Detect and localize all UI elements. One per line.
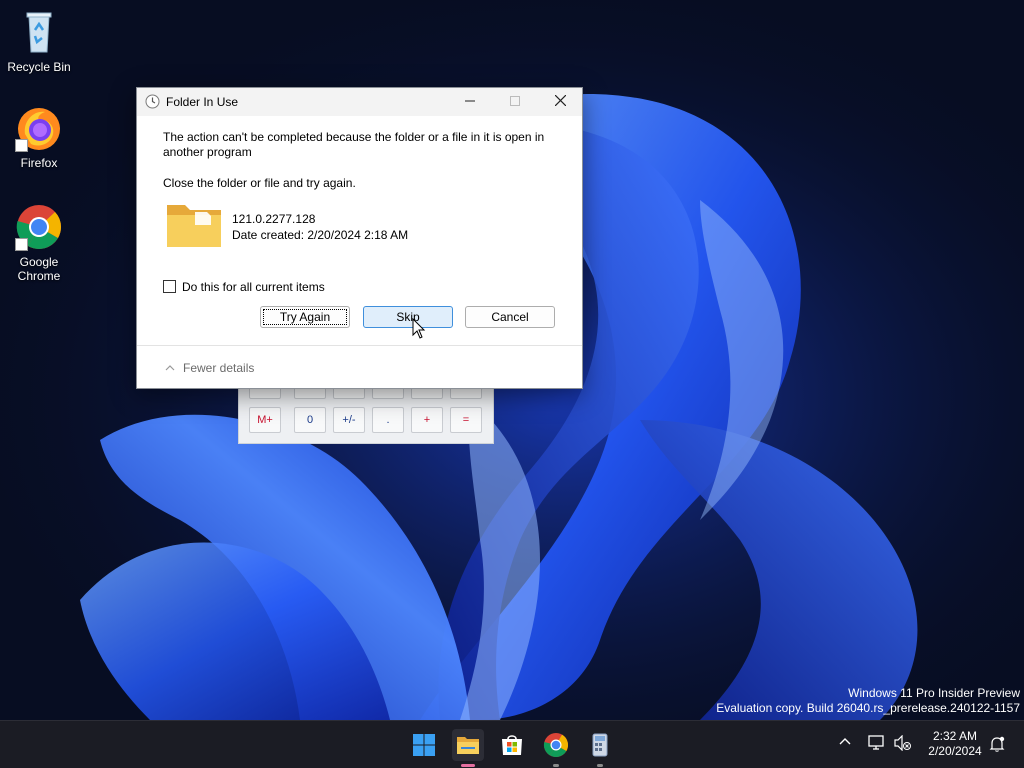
desktop-icon-label: Google Chrome	[17, 255, 61, 283]
clock-time: 2:32 AM	[932, 729, 978, 743]
chevron-up-icon	[839, 738, 851, 745]
desktop: Recycle Bin Firefox Google Chrome Window…	[0, 0, 1024, 720]
taskbar-microsoft-store[interactable]	[496, 729, 528, 761]
firefox-icon	[15, 104, 63, 152]
show-hidden-icons-button[interactable]	[838, 735, 852, 754]
watermark-build: Evaluation copy. Build 26040.rs_prerelea…	[716, 701, 1020, 715]
desktop-icon-firefox[interactable]: Firefox	[0, 104, 78, 170]
taskbar-file-explorer[interactable]	[452, 729, 484, 767]
taskbar-chrome[interactable]	[540, 729, 572, 767]
taskbar-clock[interactable]: 2:32 AM 2/20/2024	[920, 729, 990, 759]
dialog-title: Folder In Use	[166, 95, 239, 109]
notifications-button[interactable]	[988, 735, 1006, 758]
apply-to-all-checkbox[interactable]	[163, 280, 176, 293]
maximize-icon	[510, 96, 520, 106]
dialog-divider	[137, 345, 582, 346]
recycle-bin-icon	[15, 8, 63, 56]
calc-key-equals[interactable]: =	[450, 407, 482, 433]
folder-icon	[165, 201, 223, 252]
apply-to-all-label: Do this for all current items	[182, 280, 325, 294]
calc-key-plus[interactable]: +	[411, 407, 443, 433]
windows-start-icon	[413, 734, 435, 756]
calc-key-0[interactable]: 0	[294, 407, 326, 433]
try-again-button[interactable]: Try Again	[260, 306, 350, 328]
dialog-titlebar[interactable]: Folder In Use	[137, 88, 582, 116]
minimize-button[interactable]	[447, 88, 493, 116]
dialog-message: The action can't be completed because th…	[163, 130, 545, 159]
calc-key-m-plus[interactable]: M+	[249, 407, 281, 433]
mouse-cursor-icon	[412, 318, 426, 339]
desktop-icon-label: Firefox	[20, 156, 58, 170]
shortcut-arrow-icon	[15, 238, 28, 251]
cancel-button[interactable]: Cancel	[465, 306, 555, 328]
dialog-instruction: Close the folder or file and try again.	[163, 176, 356, 190]
chevron-up-icon	[165, 361, 175, 375]
taskbar: 2:32 AM 2/20/2024	[0, 720, 1024, 768]
fewer-details-toggle[interactable]: Fewer details	[165, 361, 254, 375]
start-button[interactable]	[408, 729, 440, 761]
volume-button[interactable]	[894, 734, 912, 756]
network-status-button[interactable]	[868, 735, 886, 756]
chrome-icon	[543, 733, 569, 758]
clock-date: 2/20/2024	[928, 744, 982, 758]
watermark-edition: Windows 11 Pro Insider Preview	[848, 686, 1020, 700]
close-icon	[554, 94, 566, 107]
calc-key-negate[interactable]: +/-	[333, 407, 365, 433]
file-explorer-icon	[457, 737, 479, 754]
item-name: 121.0.2277.128	[232, 212, 316, 226]
desktop-icon-google-chrome[interactable]: Google Chrome	[0, 203, 78, 283]
close-button[interactable]	[537, 88, 583, 116]
maximize-button[interactable]	[492, 88, 538, 116]
apply-to-all-row[interactable]: Do this for all current items	[163, 280, 325, 294]
windows-watermark: Windows 11 Pro Insider Preview Evaluatio…	[716, 686, 1020, 716]
desktop-icon-recycle-bin[interactable]: Recycle Bin	[0, 8, 78, 74]
shortcut-arrow-icon	[15, 139, 28, 152]
minimize-icon	[465, 100, 475, 102]
calculator-icon	[592, 733, 608, 757]
taskbar-calculator[interactable]	[584, 729, 616, 767]
chrome-icon	[15, 203, 63, 251]
clock-icon	[145, 94, 160, 112]
volume-muted-icon	[894, 734, 911, 752]
skip-button[interactable]: Skip	[363, 306, 453, 328]
calc-key-decimal[interactable]: .	[372, 407, 404, 433]
network-icon	[868, 735, 884, 750]
desktop-icon-label: Recycle Bin	[7, 60, 71, 74]
microsoft-store-icon	[502, 735, 522, 755]
fewer-details-label: Fewer details	[183, 361, 255, 375]
item-date-created: Date created: 2/20/2024 2:18 AM	[232, 228, 409, 242]
notification-bell-icon	[989, 736, 1005, 752]
folder-in-use-dialog: Folder In Use The action can't be comple…	[136, 87, 583, 389]
